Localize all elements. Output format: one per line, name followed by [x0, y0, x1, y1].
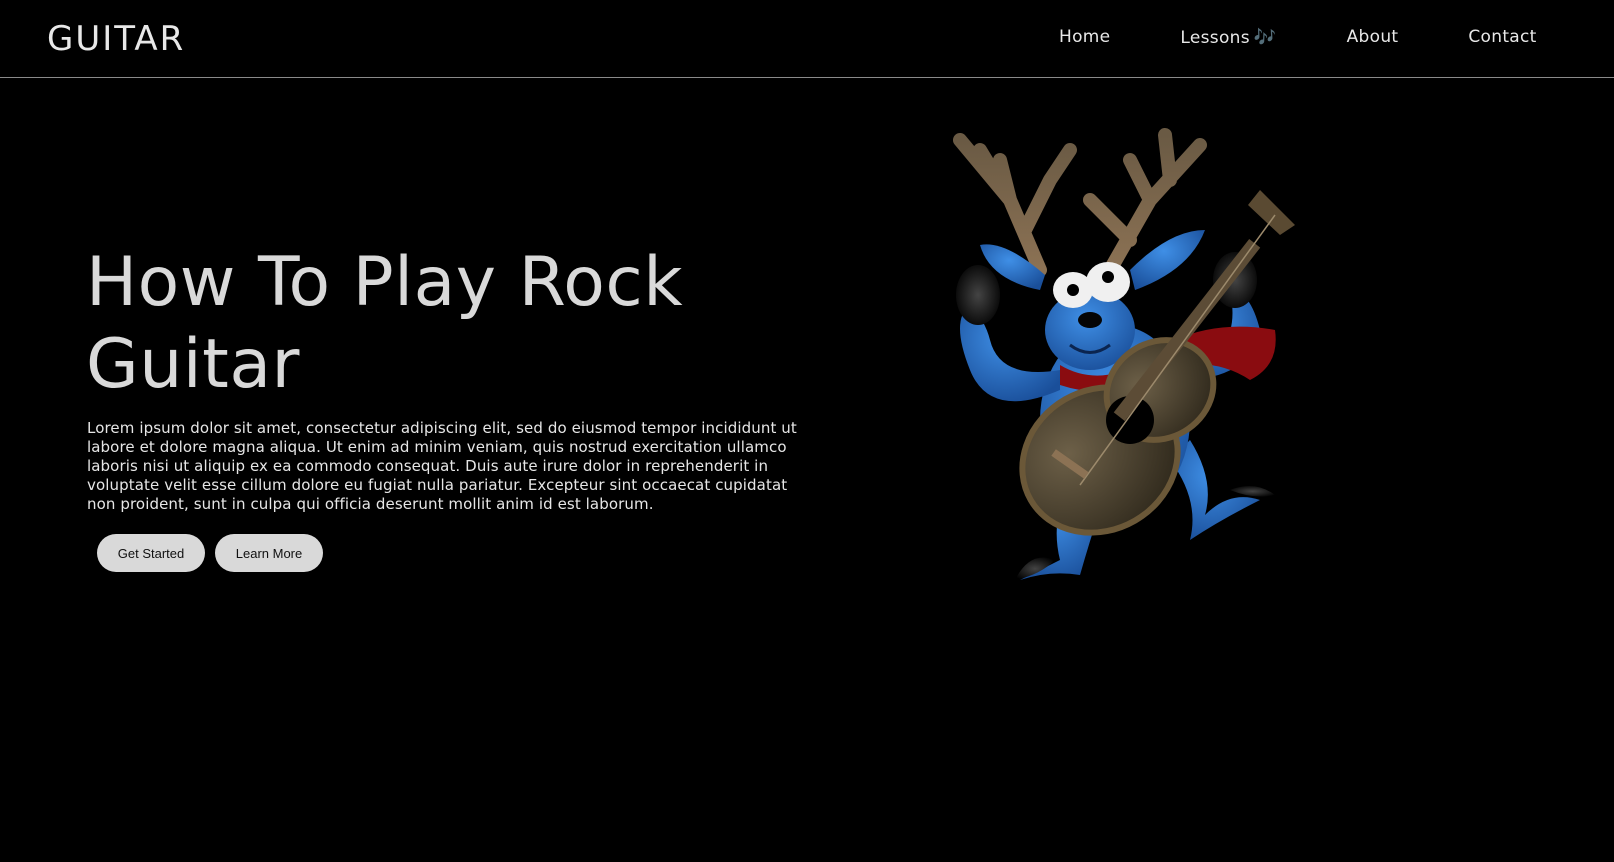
top-navbar: GUITAR Home Lessons 🎶 About Contact [0, 0, 1614, 78]
hoof-hand-left [956, 265, 1000, 325]
nav-home-label: Home [1059, 27, 1111, 47]
nav-links: Home Lessons 🎶 About Contact [1059, 27, 1537, 48]
reindeer-guitar-illustration [930, 120, 1360, 590]
get-started-button[interactable]: Get Started [97, 534, 205, 572]
hero-title: How To Play Rock Guitar [86, 243, 684, 404]
antler-left [953, 133, 1077, 277]
guitar-headstock [1248, 190, 1295, 235]
nav-home-link[interactable]: Home [1059, 27, 1110, 48]
pupil-right [1102, 271, 1114, 283]
music-note-icon: 🎶 [1253, 27, 1277, 48]
pupil-left [1067, 284, 1079, 296]
nav-about-label: About [1346, 27, 1399, 47]
site-logo[interactable]: GUITAR [47, 19, 185, 59]
ear-right [1130, 230, 1205, 290]
hero-description: Lorem ipsum dolor sit amet, consectetur … [87, 419, 797, 513]
nose [1078, 312, 1102, 328]
nav-contact-link[interactable]: Contact [1468, 27, 1536, 48]
reindeer-guitar-svg [953, 128, 1295, 580]
nav-about-link[interactable]: About [1347, 27, 1399, 48]
learn-more-button[interactable]: Learn More [215, 534, 323, 572]
hoof-right [1230, 486, 1275, 497]
nav-lessons-label: Lessons [1180, 28, 1250, 48]
nav-contact-label: Contact [1468, 27, 1537, 47]
nav-lessons-link[interactable]: Lessons 🎶 [1180, 27, 1276, 48]
hero-buttons: Get Started Learn More [97, 534, 323, 572]
